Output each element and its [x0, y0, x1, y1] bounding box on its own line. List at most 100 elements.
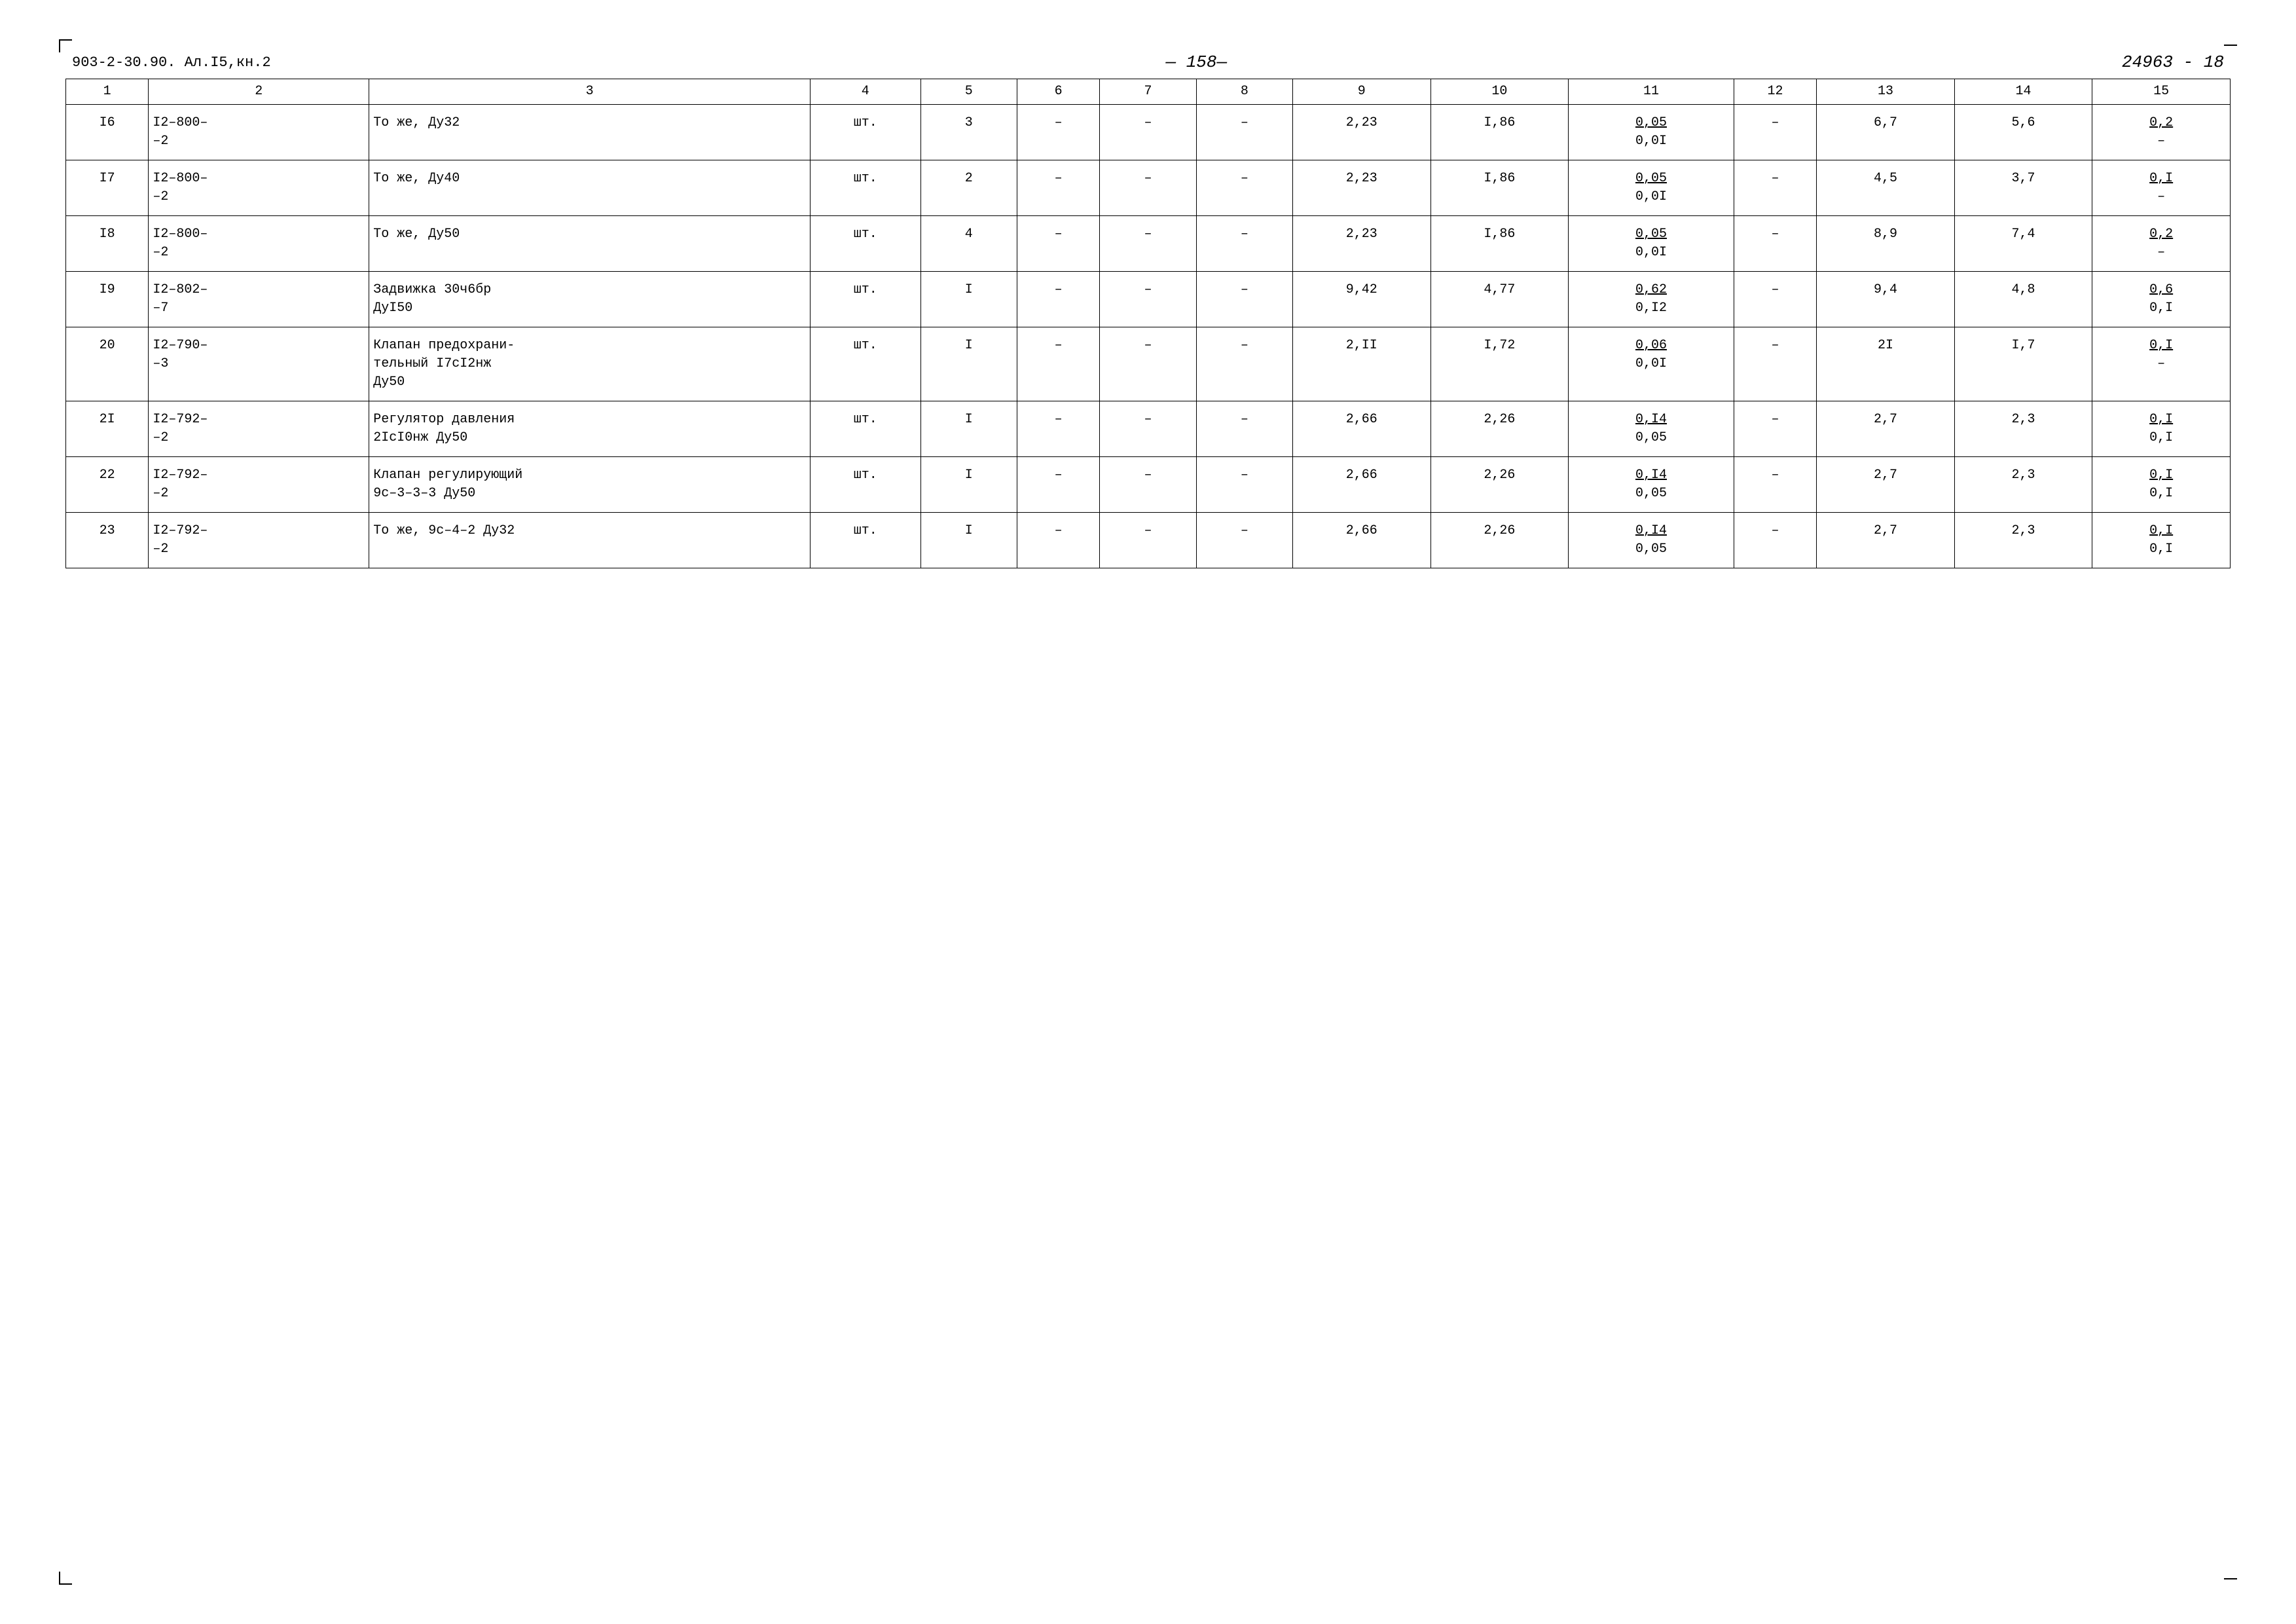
cell-unit: шт. [811, 216, 920, 272]
cell-col8: – [1196, 457, 1292, 513]
col-header-9: 9 [1293, 79, 1431, 105]
cell-col12: – [1734, 513, 1816, 568]
cell-row-num: 2I [66, 401, 149, 457]
cell-col12: – [1734, 327, 1816, 401]
cell-col14: 2,3 [1954, 457, 2092, 513]
cell-col6: – [1017, 105, 1099, 160]
page-number: — 158— [1166, 52, 1228, 72]
cell-col11: 0,I40,05 [1569, 457, 1734, 513]
cell-col11: 0,620,I2 [1569, 272, 1734, 327]
cell-col14: 2,3 [1954, 513, 2092, 568]
col-header-3: 3 [369, 79, 811, 105]
table-row: 22I2–792– –2Клапан регулирующий 9с–3–3–3… [66, 457, 2231, 513]
cell-description: Задвижка 30ч6бр ДуI50 [369, 272, 811, 327]
cell-description: То же, Ду50 [369, 216, 811, 272]
cell-col9: 2,66 [1293, 401, 1431, 457]
table-row: I7I2–800– –2То же, Ду40шт.2–––2,23I,860,… [66, 160, 2231, 216]
cell-code: I2–792– –2 [149, 513, 369, 568]
cell-col12: – [1734, 272, 1816, 327]
cell-col10: 4,77 [1430, 272, 1569, 327]
cell-col9: 2,23 [1293, 216, 1431, 272]
cell-unit: шт. [811, 513, 920, 568]
cell-col15: 0,I– [2092, 327, 2231, 401]
cell-qty: I [920, 327, 1017, 401]
cell-code: I2–790– –3 [149, 327, 369, 401]
cell-col15: 0,2– [2092, 105, 2231, 160]
cell-description: Клапан регулирующий 9с–3–3–3 Ду50 [369, 457, 811, 513]
cell-col13: 2,7 [1817, 457, 1955, 513]
cell-col9: 9,42 [1293, 272, 1431, 327]
cell-col10: 2,26 [1430, 513, 1569, 568]
col-header-14: 14 [1954, 79, 2092, 105]
cell-col9: 2,II [1293, 327, 1431, 401]
cell-col6: – [1017, 401, 1099, 457]
cell-col15: 0,2– [2092, 216, 2231, 272]
cell-col7: – [1100, 105, 1196, 160]
top-right-dash [2224, 45, 2237, 46]
cell-code: I2–792– –2 [149, 401, 369, 457]
cell-col13: 2,7 [1817, 401, 1955, 457]
cell-unit: шт. [811, 272, 920, 327]
cell-description: То же, 9с–4–2 Ду32 [369, 513, 811, 568]
cell-col11: 0,I40,05 [1569, 401, 1734, 457]
cell-col13: 6,7 [1817, 105, 1955, 160]
cell-col14: 4,8 [1954, 272, 2092, 327]
cell-col14: 3,7 [1954, 160, 2092, 216]
cell-row-num: 20 [66, 327, 149, 401]
cell-col15: 0,I0,I [2092, 457, 2231, 513]
doc-number: 903-2-30.90. Ал.I5,кн.2 [72, 54, 271, 71]
cell-col12: – [1734, 160, 1816, 216]
cell-col15: 0,60,I [2092, 272, 2231, 327]
cell-col11: 0,I40,05 [1569, 513, 1734, 568]
col-header-6: 6 [1017, 79, 1099, 105]
col-header-8: 8 [1196, 79, 1292, 105]
cell-col11: 0,060,0I [1569, 327, 1734, 401]
cell-col12: – [1734, 105, 1816, 160]
cell-col7: – [1100, 401, 1196, 457]
table-row: I6I2–800– –2То же, Ду32шт.3–––2,23I,860,… [66, 105, 2231, 160]
cell-qty: I [920, 457, 1017, 513]
cell-col15: 0,I0,I [2092, 513, 2231, 568]
cell-col7: – [1100, 160, 1196, 216]
cell-col8: – [1196, 272, 1292, 327]
header-area: 903-2-30.90. Ал.I5,кн.2 — 158— 24963 - 1… [65, 52, 2231, 72]
col-header-5: 5 [920, 79, 1017, 105]
cell-col11: 0,050,0I [1569, 216, 1734, 272]
cell-row-num: I9 [66, 272, 149, 327]
bottom-left-corner [59, 1572, 72, 1585]
col-header-15: 15 [2092, 79, 2231, 105]
cell-unit: шт. [811, 401, 920, 457]
table-row: 23I2–792– –2То же, 9с–4–2 Ду32шт.I–––2,6… [66, 513, 2231, 568]
cell-col6: – [1017, 457, 1099, 513]
cell-description: То же, Ду40 [369, 160, 811, 216]
cell-row-num: I8 [66, 216, 149, 272]
col-header-11: 11 [1569, 79, 1734, 105]
cell-col9: 2,23 [1293, 160, 1431, 216]
cell-col11: 0,050,0I [1569, 105, 1734, 160]
cell-col12: – [1734, 457, 1816, 513]
cell-col10: 2,26 [1430, 457, 1569, 513]
col-header-1: 1 [66, 79, 149, 105]
cell-unit: шт. [811, 160, 920, 216]
cell-row-num: 23 [66, 513, 149, 568]
cell-unit: шт. [811, 327, 920, 401]
cell-unit: шт. [811, 105, 920, 160]
cell-code: I2–792– –2 [149, 457, 369, 513]
cell-col6: – [1017, 327, 1099, 401]
col-header-2: 2 [149, 79, 369, 105]
cell-col6: – [1017, 216, 1099, 272]
cell-col14: 2,3 [1954, 401, 2092, 457]
main-table: 1 2 3 4 5 6 7 8 9 10 11 12 13 14 15 I6I2… [65, 79, 2231, 568]
cell-col8: – [1196, 327, 1292, 401]
table-row: I9I2–802– –7Задвижка 30ч6бр ДуI50шт.I–––… [66, 272, 2231, 327]
cell-row-num: I6 [66, 105, 149, 160]
cell-col8: – [1196, 513, 1292, 568]
col-header-7: 7 [1100, 79, 1196, 105]
cell-col10: I,86 [1430, 105, 1569, 160]
cell-col6: – [1017, 272, 1099, 327]
cell-col11: 0,050,0I [1569, 160, 1734, 216]
cell-col13: 8,9 [1817, 216, 1955, 272]
cell-col8: – [1196, 105, 1292, 160]
cell-col8: – [1196, 216, 1292, 272]
cell-col9: 2,66 [1293, 513, 1431, 568]
